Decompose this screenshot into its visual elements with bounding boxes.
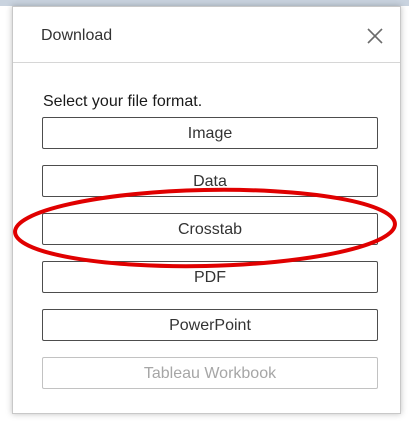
close-icon [367, 28, 383, 44]
data-format-button[interactable]: Data [42, 165, 378, 197]
dialog-title: Download [41, 27, 113, 44]
dialog-header: Download [13, 7, 400, 63]
powerpoint-format-button[interactable]: PowerPoint [42, 309, 378, 341]
file-format-prompt: Select your file format. [43, 93, 203, 110]
pdf-format-button[interactable]: PDF [42, 261, 378, 293]
download-dialog: Download Select your file format. Image … [12, 6, 401, 414]
tableau-workbook-format-button: Tableau Workbook [42, 357, 378, 389]
close-button[interactable] [364, 25, 386, 47]
crosstab-format-button[interactable]: Crosstab [42, 213, 378, 245]
image-format-button[interactable]: Image [42, 117, 378, 149]
